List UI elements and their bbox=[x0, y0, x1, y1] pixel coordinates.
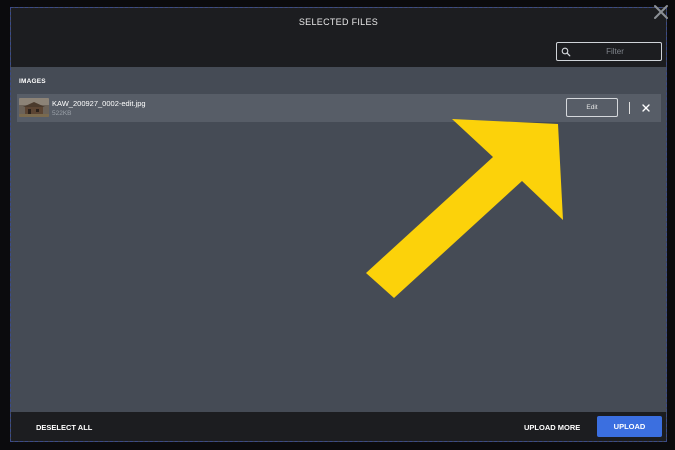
filter-input[interactable] bbox=[571, 43, 659, 60]
upload-button[interactable]: UPLOAD bbox=[597, 416, 662, 437]
file-size: 522KB bbox=[52, 110, 72, 117]
filter-field[interactable] bbox=[556, 42, 662, 61]
file-row[interactable]: KAW_200927_0002-edit.jpg 522KB Edit bbox=[17, 94, 661, 122]
file-name: KAW_200927_0002-edit.jpg bbox=[52, 99, 146, 108]
selected-files-modal: SELECTED FILES IMAGES KAW_200927_0002-ed… bbox=[10, 7, 667, 442]
row-divider bbox=[629, 102, 630, 114]
deselect-all-button[interactable]: DESELECT ALL bbox=[36, 423, 92, 432]
modal-title: SELECTED FILES bbox=[298, 17, 379, 27]
remove-file-icon[interactable] bbox=[642, 104, 650, 112]
upload-more-button[interactable]: UPLOAD MORE bbox=[524, 423, 580, 432]
close-icon[interactable] bbox=[653, 4, 669, 20]
modal-footer: DESELECT ALL UPLOAD MORE UPLOAD bbox=[11, 412, 666, 441]
modal-header: SELECTED FILES bbox=[11, 8, 666, 67]
edit-button[interactable]: Edit bbox=[566, 98, 618, 117]
file-thumbnail bbox=[19, 98, 49, 117]
search-icon bbox=[561, 47, 571, 57]
section-label-images: IMAGES bbox=[19, 78, 46, 85]
